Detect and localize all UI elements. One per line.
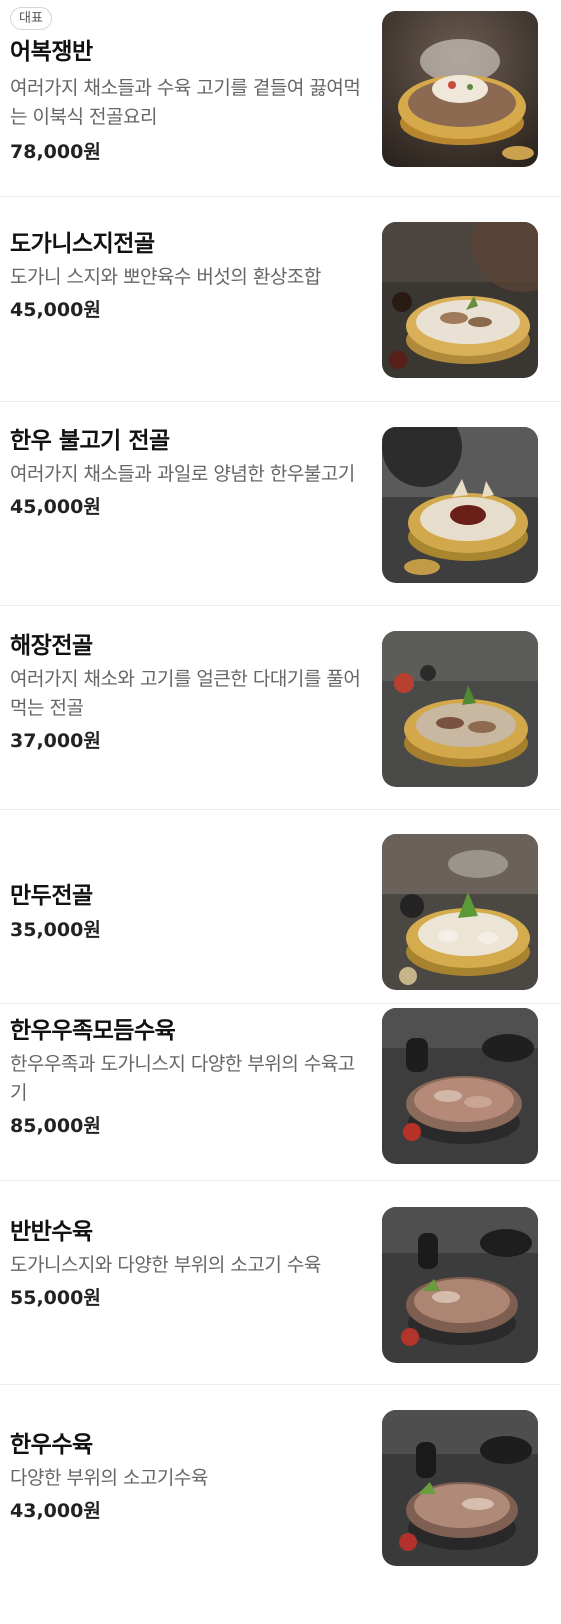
menu-item-photo[interactable] (382, 1008, 538, 1164)
menu-item-description: 다양한 부위의 소고기수육 (10, 1467, 208, 1489)
menu-item-text: 대표 어복쟁반 여러가지 채소들과 수육 고기를 곁들여 끓여먹는 이북식 전골… (10, 7, 362, 166)
menu-item-price: 85,000원 (10, 1115, 101, 1137)
menu-item-description: 도가니스지와 다양한 부위의 소고기 수육 (10, 1254, 321, 1276)
menu-item-photo[interactable] (382, 11, 538, 167)
menu-item-price: 45,000원 (10, 496, 101, 518)
menu-item-dogani-sujeon[interactable]: 도가니스지전골 도가니 스지와 뽀얀육수 버섯의 환상조합 45,000원 (0, 197, 561, 402)
menu-item-price: 45,000원 (10, 299, 101, 321)
menu-item-photo[interactable] (382, 1207, 538, 1363)
menu-item-description: 도가니 스지와 뽀얀육수 버섯의 환상조합 (10, 266, 321, 288)
menu-item-banban-suyuk[interactable]: 반반수육 도가니스지와 다양한 부위의 소고기 수육 55,000원 (0, 1181, 561, 1385)
menu-item-eobokjaengban[interactable]: 대표 어복쟁반 여러가지 채소들과 수육 고기를 곁들여 끓여먹는 이북식 전골… (0, 0, 561, 197)
menu-item-name: 만두전골 (10, 883, 93, 909)
signature-badge: 대표 (10, 7, 52, 30)
menu-item-hanu-suyuk[interactable]: 한우수육 다양한 부위의 소고기수육 43,000원 (0, 1385, 561, 1624)
menu-item-name: 도가니스지전골 (10, 231, 155, 257)
menu-item-text: 한우수육 다양한 부위의 소고기수육 43,000원 (10, 1429, 362, 1525)
menu-item-photo[interactable] (382, 631, 538, 787)
menu-item-hanu-bulgogi[interactable]: 한우 불고기 전골 여러가지 채소들과 과일로 양념한 한우불고기 45,000… (0, 402, 561, 606)
menu-item-description: 여러가지 채소들과 과일로 양념한 한우불고기 (10, 463, 355, 485)
menu-item-name: 어복쟁반 (10, 39, 93, 65)
menu-item-text: 한우우족모듬수육 한우우족과 도가니스지 다양한 부위의 수육고기 85,000… (10, 1015, 362, 1140)
menu-item-text: 해장전골 여러가지 채소와 고기를 얼큰한 다대기를 풀어 먹는 전골 37,0… (10, 630, 362, 755)
menu-item-haejang-jeongol[interactable]: 해장전골 여러가지 채소와 고기를 얼큰한 다대기를 풀어 먹는 전골 37,0… (0, 606, 561, 810)
menu-item-price: 78,000원 (10, 141, 101, 163)
menu-item-photo[interactable] (382, 1410, 538, 1566)
menu-item-price: 43,000원 (10, 1500, 101, 1522)
menu-item-description: 여러가지 채소들과 수육 고기를 곁들여 끓여먹는 이북식 전골요리 (10, 77, 361, 128)
menu-item-mandu-jeongol[interactable]: 만두전골 35,000원 (0, 810, 561, 1004)
menu-item-name: 반반수육 (10, 1219, 93, 1245)
menu-item-text: 도가니스지전골 도가니 스지와 뽀얀육수 버섯의 환상조합 45,000원 (10, 228, 362, 324)
menu-item-text: 한우 불고기 전골 여러가지 채소들과 과일로 양념한 한우불고기 45,000… (10, 425, 362, 521)
menu-item-name: 한우 불고기 전골 (10, 428, 170, 454)
menu-item-photo[interactable] (382, 834, 538, 990)
menu-item-text: 반반수육 도가니스지와 다양한 부위의 소고기 수육 55,000원 (10, 1216, 362, 1312)
menu-item-name: 한우수육 (10, 1432, 93, 1458)
menu-item-name: 한우우족모듬수육 (10, 1018, 176, 1044)
menu-item-name: 해장전골 (10, 633, 93, 659)
menu-item-price: 35,000원 (10, 919, 101, 941)
menu-item-hanu-ujok-modeum-suyuk[interactable]: 한우우족모듬수육 한우우족과 도가니스지 다양한 부위의 수육고기 85,000… (0, 1004, 561, 1181)
menu-item-photo[interactable] (382, 427, 538, 583)
menu-item-price: 55,000원 (10, 1287, 101, 1309)
menu-item-price: 37,000원 (10, 730, 101, 752)
menu-item-text: 만두전골 35,000원 (10, 880, 362, 944)
menu-item-description: 여러가지 채소와 고기를 얼큰한 다대기를 풀어 먹는 전골 (10, 668, 361, 719)
menu-item-description: 한우우족과 도가니스지 다양한 부위의 수육고기 (10, 1053, 355, 1104)
menu-item-photo[interactable] (382, 222, 538, 378)
